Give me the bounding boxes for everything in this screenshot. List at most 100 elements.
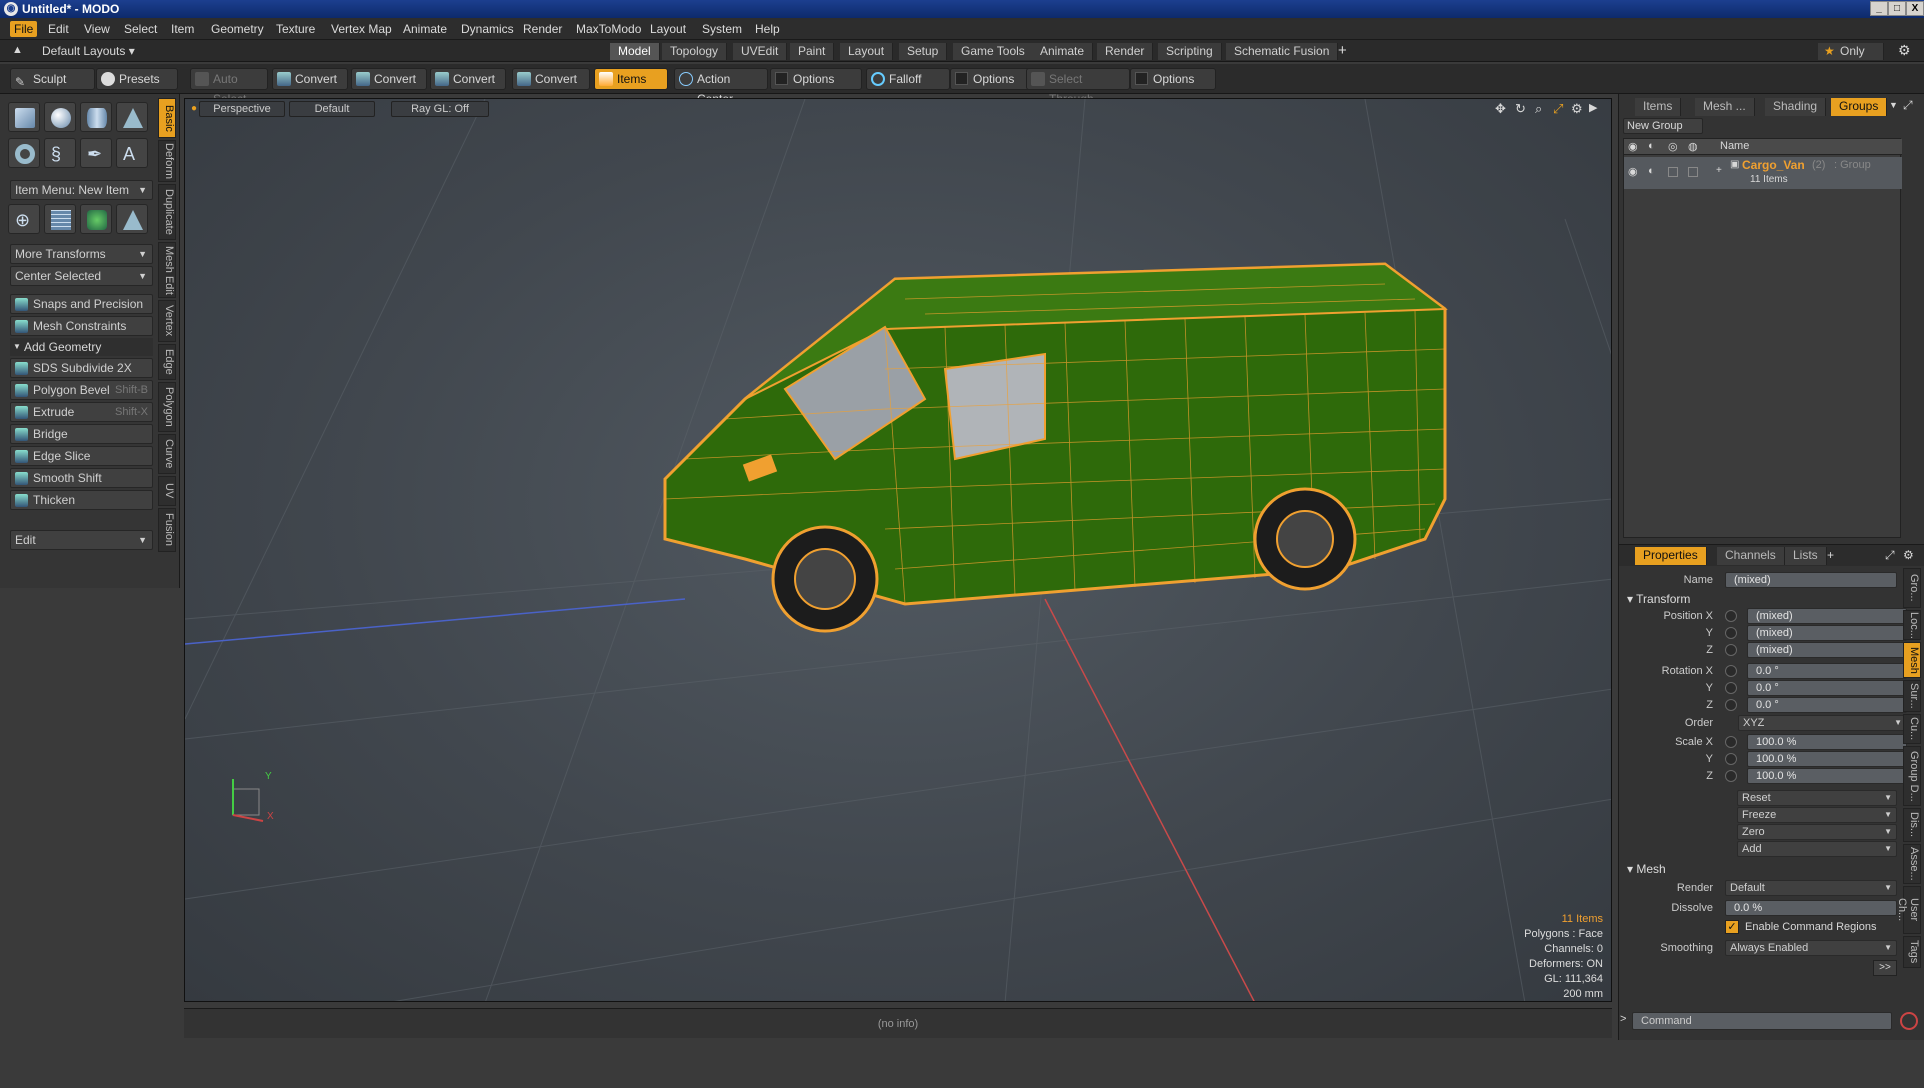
convert-button-4[interactable]: Convert	[512, 68, 590, 90]
rotate-icon[interactable]: ↻	[1515, 101, 1526, 117]
position-y-field[interactable]: (mixed)	[1747, 625, 1907, 641]
scale-x-field[interactable]: 100.0 %	[1747, 734, 1907, 750]
menu-view[interactable]: View	[80, 21, 114, 37]
tab-paint[interactable]: Paint	[790, 43, 835, 60]
gear-icon[interactable]: ⚙	[1898, 42, 1911, 59]
more-button[interactable]: >>	[1873, 960, 1897, 976]
view-type-button[interactable]: Perspective	[199, 101, 285, 117]
vtab-basic[interactable]: Basic	[158, 98, 176, 138]
grid-plane-button[interactable]	[116, 204, 148, 234]
select-through-options-button[interactable]: Options	[1130, 68, 1216, 90]
keyframe-dot-icon[interactable]	[1725, 665, 1737, 677]
sidetab-mesh[interactable]: Mesh	[1903, 642, 1921, 678]
enable-command-regions-checkbox[interactable]: ✓	[1725, 920, 1739, 934]
torus-primitive-button[interactable]	[8, 138, 40, 168]
chevron-down-icon[interactable]: ▼	[1889, 100, 1898, 110]
zoom-icon[interactable]: ⌕	[1535, 101, 1542, 117]
position-z-field[interactable]: (mixed)	[1747, 642, 1907, 658]
maximize-button[interactable]: □	[1888, 1, 1906, 16]
sidetab-tags[interactable]: Tags	[1903, 936, 1921, 968]
fit-icon[interactable]: ⤢	[1553, 101, 1563, 117]
keyframe-dot-icon[interactable]	[1725, 627, 1737, 639]
tab-groups[interactable]: Groups	[1831, 98, 1888, 116]
more-transforms-dropdown[interactable]: More Transforms ▼	[10, 244, 153, 264]
close-button[interactable]: X	[1906, 1, 1924, 16]
freeze-dropdown[interactable]: Freeze ▼	[1737, 807, 1897, 823]
pan-icon[interactable]: ✥	[1495, 101, 1506, 117]
tab-properties[interactable]: Properties	[1635, 547, 1707, 565]
sidetab-display[interactable]: Dis...	[1903, 808, 1921, 842]
tab-schematic-fusion[interactable]: Schematic Fusion	[1226, 43, 1339, 60]
convert-button-3[interactable]: Convert	[430, 68, 506, 90]
menu-system[interactable]: System	[698, 21, 746, 37]
smooth-shift-button[interactable]: Smooth Shift	[10, 468, 153, 488]
tab-mesh[interactable]: Mesh ...	[1695, 98, 1755, 116]
tab-setup[interactable]: Setup	[899, 43, 948, 60]
tab-lists[interactable]: Lists	[1785, 547, 1827, 565]
falloff-button[interactable]: Falloff	[866, 68, 950, 90]
center-selected-dropdown[interactable]: Center Selected ▼	[10, 266, 153, 286]
tab-items[interactable]: Items	[1635, 98, 1682, 116]
menu-file[interactable]: File	[10, 21, 38, 37]
sidetab-assembly[interactable]: Asse...	[1903, 844, 1921, 884]
layout-collapse-icon[interactable]: ▲	[12, 44, 23, 56]
record-icon[interactable]	[1900, 1012, 1918, 1030]
sidetab-group[interactable]: Gro...	[1903, 568, 1921, 608]
tab-shading[interactable]: Shading	[1765, 98, 1827, 116]
sphere-primitive-button[interactable]	[44, 102, 76, 132]
spiral-primitive-button[interactable]: §	[44, 138, 76, 168]
3d-viewport[interactable]: Y X ● Perspective Default Ray GL: Off ✥ …	[184, 98, 1612, 1002]
vtab-uv[interactable]: UV	[158, 476, 176, 506]
position-x-field[interactable]: (mixed)	[1747, 608, 1907, 624]
select-toggle-icon[interactable]	[1688, 167, 1698, 177]
menu-help[interactable]: Help	[751, 21, 784, 37]
visibility-toggle-icon[interactable]: ◉	[1628, 165, 1638, 178]
menu-animate[interactable]: Animate	[399, 21, 451, 37]
vtab-deform[interactable]: Deform	[158, 140, 176, 182]
keyframe-dot-icon[interactable]	[1725, 610, 1737, 622]
smoothing-dropdown[interactable]: Always Enabled ▼	[1725, 940, 1897, 956]
add-tab-icon[interactable]: +	[1827, 548, 1834, 562]
cone-primitive-button[interactable]	[116, 102, 148, 132]
transform-section[interactable]: ▾ Transform	[1627, 592, 1690, 606]
select-through-button[interactable]: Select Through	[1026, 68, 1130, 106]
vtab-fusion[interactable]: Fusion	[158, 508, 176, 552]
add-geometry-section[interactable]: ▼ Add Geometry	[10, 338, 153, 356]
item-menu-dropdown[interactable]: Item Menu: New Item ▼	[10, 180, 153, 200]
tab-scripting[interactable]: Scripting	[1158, 43, 1222, 60]
mesh-constraints-button[interactable]: Mesh Constraints	[10, 316, 153, 336]
keyframe-dot-icon[interactable]	[1725, 736, 1737, 748]
sidetab-group-display[interactable]: Group D...	[1903, 746, 1921, 806]
vtab-edge[interactable]: Edge	[158, 344, 176, 380]
dissolve-field[interactable]: 0.0 %	[1725, 900, 1897, 916]
cube-primitive-button[interactable]	[8, 102, 40, 132]
vtab-curve[interactable]: Curve	[158, 434, 176, 474]
items-mode-button[interactable]: Items	[594, 68, 668, 90]
action-center-options-button[interactable]: Options	[770, 68, 862, 90]
new-group-button[interactable]: New Group	[1623, 118, 1703, 134]
viewport-menu-icon[interactable]: ●	[191, 103, 197, 114]
bridge-button[interactable]: Bridge	[10, 424, 153, 444]
reset-dropdown[interactable]: Reset ▼	[1737, 790, 1897, 806]
rotation-x-field[interactable]: 0.0 °	[1747, 663, 1907, 679]
add-dropdown[interactable]: Add ▼	[1737, 841, 1897, 857]
menu-layout[interactable]: Layout	[646, 21, 690, 37]
convert-button-1[interactable]: Convert	[272, 68, 348, 90]
keyframe-dot-icon[interactable]	[1725, 753, 1737, 765]
keyframe-dot-icon[interactable]	[1725, 644, 1737, 656]
name-field[interactable]: (mixed)	[1725, 572, 1897, 588]
extrude-button[interactable]: Extrude Shift-X	[10, 402, 153, 422]
menu-edit[interactable]: Edit	[44, 21, 73, 37]
replicator-button[interactable]	[80, 204, 112, 234]
raygl-button[interactable]: Ray GL: Off	[391, 101, 489, 117]
tab-model[interactable]: Model	[610, 43, 660, 60]
vtab-duplicate[interactable]: Duplicate	[158, 184, 176, 240]
keyframe-dot-icon[interactable]	[1725, 770, 1737, 782]
scale-z-field[interactable]: 100.0 %	[1747, 768, 1907, 784]
vtab-polygon[interactable]: Polygon	[158, 382, 176, 432]
tab-render[interactable]: Render	[1097, 43, 1154, 60]
sculpt-button[interactable]: ✎ Sculpt	[10, 68, 95, 90]
tab-layout[interactable]: Layout	[840, 43, 894, 60]
menu-maxtomodo[interactable]: MaxToModo	[572, 21, 645, 37]
tab-game-tools[interactable]: Game Tools	[953, 43, 1034, 60]
